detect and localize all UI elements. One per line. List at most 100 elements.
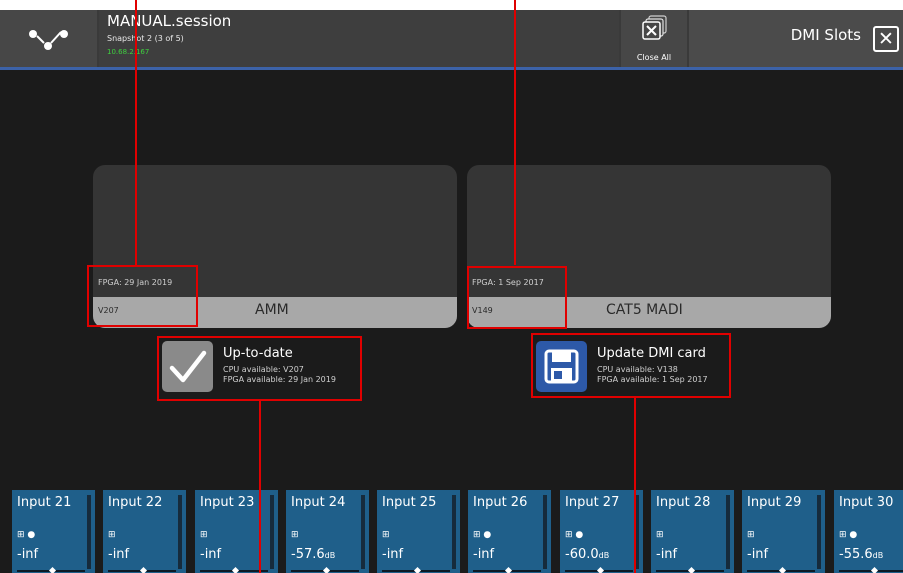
channel-strip[interactable]: Input 24 ⊞ -57.6dB bbox=[286, 490, 369, 573]
channel-strip[interactable]: Input 21 ⊞ ● -inf bbox=[12, 490, 95, 573]
pan-icon: ● bbox=[483, 530, 492, 540]
level-value: -inf bbox=[656, 547, 678, 562]
level-unit: dB bbox=[598, 551, 610, 560]
fader-knob[interactable] bbox=[778, 566, 787, 573]
channel-level: -inf bbox=[382, 547, 403, 562]
channel-level: -inf bbox=[200, 547, 221, 562]
card-name: AMM bbox=[255, 302, 289, 318]
panel-title: DMI Slots bbox=[790, 26, 861, 44]
level-meter bbox=[817, 495, 821, 569]
annotation-box bbox=[157, 336, 362, 401]
card-name: CAT5 MADI bbox=[606, 302, 683, 318]
close-all-button[interactable]: Close All bbox=[621, 10, 687, 68]
channel-label: Input 22 bbox=[108, 495, 163, 510]
fader-knob[interactable] bbox=[687, 566, 696, 573]
fader-knob[interactable] bbox=[413, 566, 422, 573]
fader-knob[interactable] bbox=[870, 566, 879, 573]
channel-label: Input 30 bbox=[839, 495, 894, 510]
annotation-line bbox=[634, 398, 636, 573]
level-meter bbox=[87, 495, 91, 569]
level-meter bbox=[178, 495, 182, 569]
channel-strip[interactable]: Input 26 ⊞ ● -inf bbox=[468, 490, 551, 573]
level-value: -inf bbox=[747, 547, 769, 562]
input-source-icon: ⊞ bbox=[17, 530, 25, 540]
session-title: MANUAL.session bbox=[107, 12, 232, 30]
dmi-slots-panel-header: DMI Slots ✕ bbox=[689, 10, 903, 68]
channel-strip[interactable]: Input 25 ⊞ -inf bbox=[377, 490, 460, 573]
fader-knob[interactable] bbox=[322, 566, 331, 573]
network-logo-icon bbox=[29, 30, 68, 50]
channel-level: -inf bbox=[656, 547, 677, 562]
annotation-line bbox=[259, 401, 261, 573]
pan-icon: ● bbox=[27, 530, 36, 540]
level-meter bbox=[543, 495, 547, 569]
channel-strip[interactable]: Input 30 ⊞ ● -55.6dB bbox=[834, 490, 903, 573]
channel-status-icons: ⊞ bbox=[382, 530, 390, 540]
channel-strip[interactable]: Input 22 ⊞ -inf bbox=[103, 490, 186, 573]
channel-level: -60.0dB bbox=[565, 547, 609, 562]
input-source-icon: ⊞ bbox=[382, 530, 390, 540]
channel-strip[interactable]: Input 27 ⊞ ● -60.0dB bbox=[560, 490, 643, 573]
channel-status-icons: ⊞ ● bbox=[17, 530, 35, 540]
level-meter bbox=[361, 495, 365, 569]
channel-status-icons: ⊞ bbox=[291, 530, 299, 540]
level-value: -inf bbox=[108, 547, 130, 562]
channel-level: -inf bbox=[108, 547, 129, 562]
level-unit: dB bbox=[324, 551, 336, 560]
channel-label: Input 25 bbox=[382, 495, 437, 510]
annotation-box bbox=[87, 265, 198, 327]
input-source-icon: ⊞ bbox=[565, 530, 573, 540]
channel-strip[interactable]: Input 28 ⊞ -inf bbox=[651, 490, 734, 573]
annotation-box bbox=[467, 266, 567, 329]
channel-level: -57.6dB bbox=[291, 547, 335, 562]
channel-status-icons: ⊞ bbox=[108, 530, 116, 540]
input-source-icon: ⊞ bbox=[291, 530, 299, 540]
channel-level: -55.6dB bbox=[839, 547, 883, 562]
fader-knob[interactable] bbox=[504, 566, 513, 573]
channel-label: Input 24 bbox=[291, 495, 346, 510]
input-source-icon: ⊞ bbox=[200, 530, 208, 540]
level-unit: dB bbox=[872, 551, 884, 560]
level-value: -57.6 bbox=[291, 547, 325, 562]
channel-status-icons: ⊞ ● bbox=[473, 530, 491, 540]
channel-label: Input 27 bbox=[565, 495, 620, 510]
fader-knob[interactable] bbox=[596, 566, 605, 573]
close-all-label: Close All bbox=[636, 53, 672, 62]
input-source-icon: ⊞ bbox=[108, 530, 116, 540]
annotation-box bbox=[531, 333, 731, 398]
channel-status-icons: ⊞ bbox=[747, 530, 755, 540]
channel-strip[interactable]: Input 29 ⊞ -inf bbox=[742, 490, 825, 573]
input-source-icon: ⊞ bbox=[656, 530, 664, 540]
fader-knob[interactable] bbox=[48, 566, 57, 573]
input-source-icon: ⊞ bbox=[473, 530, 481, 540]
channel-label: Input 23 bbox=[200, 495, 255, 510]
network-logo-button[interactable] bbox=[0, 10, 97, 68]
screen: MANUAL.session Snapshot 2 (3 of 5) 10.68… bbox=[0, 0, 903, 573]
channel-level: -inf bbox=[473, 547, 494, 562]
fader-knob[interactable] bbox=[139, 566, 148, 573]
close-icon[interactable]: ✕ bbox=[873, 26, 899, 52]
fader-knob[interactable] bbox=[231, 566, 240, 573]
input-source-icon: ⊞ bbox=[839, 530, 847, 540]
level-value: -55.6 bbox=[839, 547, 873, 562]
level-value: -inf bbox=[17, 547, 39, 562]
pan-icon: ● bbox=[575, 530, 584, 540]
session-ip: 10.68.2.167 bbox=[107, 48, 150, 56]
level-value: -inf bbox=[200, 547, 222, 562]
channel-status-icons: ⊞ ● bbox=[565, 530, 583, 540]
channel-label: Input 26 bbox=[473, 495, 528, 510]
level-value: -inf bbox=[382, 547, 404, 562]
level-meter bbox=[726, 495, 730, 569]
channel-status-icons: ⊞ bbox=[200, 530, 208, 540]
session-info[interactable]: MANUAL.session Snapshot 2 (3 of 5) 10.68… bbox=[99, 10, 619, 68]
level-meter bbox=[270, 495, 274, 569]
level-meter bbox=[452, 495, 456, 569]
pan-icon: ● bbox=[849, 530, 858, 540]
annotation-line bbox=[135, 0, 137, 265]
channel-strip[interactable]: Input 23 ⊞ -inf bbox=[195, 490, 278, 573]
level-value: -60.0 bbox=[565, 547, 599, 562]
input-source-icon: ⊞ bbox=[747, 530, 755, 540]
channel-level: -inf bbox=[17, 547, 38, 562]
level-value: -inf bbox=[473, 547, 495, 562]
annotation-line bbox=[514, 0, 516, 265]
